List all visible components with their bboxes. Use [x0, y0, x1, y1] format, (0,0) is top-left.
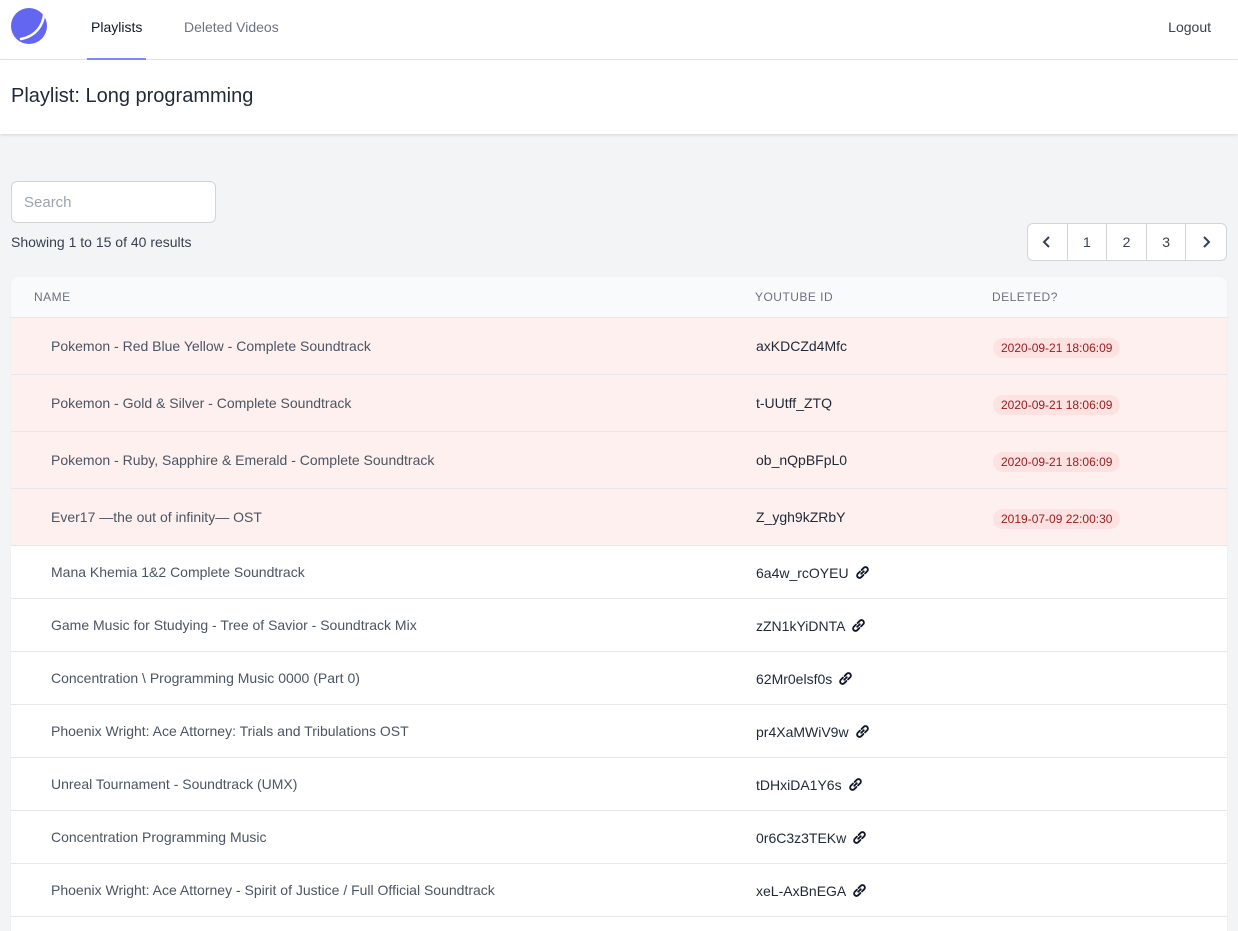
table-row: Ever17 —the out of infinity— OST Z_ygh9kZ… [11, 489, 1227, 546]
youtube-id-cell: zZN1kYiDNTA [756, 617, 867, 634]
youtube-id-cell: ob_nQpBFpL0 [756, 452, 847, 468]
youtube-id: 6a4w_rcOYEU [756, 564, 849, 581]
tab-deleted-videos[interactable]: Deleted Videos [184, 0, 279, 60]
youtube-id-cell: Z_ygh9kZRbY [756, 509, 845, 525]
page-button-3[interactable]: 3 [1147, 224, 1187, 260]
video-name: Concentration \ Programming Music 0000 (… [51, 670, 360, 686]
video-name: Concentration Programming Music [51, 829, 267, 845]
link-icon[interactable] [851, 829, 868, 846]
video-name: Pokemon - Ruby, Sapphire & Emerald - Com… [51, 452, 435, 468]
table-row: Unreal Tournament - Soundtrack (UMX) tDHx… [11, 758, 1227, 811]
table-row: Phoenix Wright: Ace Attorney - Spirit of… [11, 864, 1227, 917]
video-name: Ever17 —the out of infinity— OST [51, 509, 262, 525]
deleted-date-badge: 2020-09-21 18:06:09 [993, 338, 1121, 358]
video-name: Unreal Tournament - Soundtrack (UMX) [51, 776, 298, 792]
table-row: Pokemon - Red Blue Yellow - Complete Sou… [11, 318, 1227, 375]
youtube-id: xeL-AxBnEGA [756, 882, 847, 899]
results-summary: Showing 1 to 15 of 40 results [11, 234, 192, 250]
pagination: 1 2 3 [1027, 223, 1227, 261]
page-button-1[interactable]: 1 [1068, 224, 1108, 260]
table-row: Pokemon - Ruby, Sapphire & Emerald - Com… [11, 432, 1227, 489]
deleted-date-badge: 2019-07-09 22:00:30 [993, 509, 1121, 529]
youtube-id: axKDCZd4Mfc [756, 338, 848, 354]
previous-page-button[interactable] [1028, 224, 1068, 260]
youtube-id-cell: 6a4w_rcOYEU [756, 564, 871, 581]
tab-playlists[interactable]: Playlists [86, 0, 147, 60]
youtube-id: tDHxiDA1Y6s [756, 776, 842, 793]
youtube-id: t-UUtff_ZTQ [756, 395, 832, 411]
youtube-id-cell: tDHxiDA1Y6s [756, 776, 864, 793]
video-name: Pokemon - Gold & Silver - Complete Sound… [51, 395, 352, 411]
youtube-id: zZN1kYiDNTA [756, 617, 846, 634]
video-name: Pokemon - Red Blue Yellow - Complete Sou… [51, 338, 371, 354]
logout-button[interactable]: Logout [1168, 0, 1211, 54]
table-row: Mana Khemia 1&2 Complete Soundtrack 6a4w_… [11, 546, 1227, 599]
app-logo[interactable] [11, 8, 47, 44]
deleted-date-badge: 2020-09-21 18:06:09 [993, 452, 1121, 472]
videos-table: NAME YOUTUBE ID DELETED? Pokemon - Red B… [11, 277, 1227, 931]
chevron-right-icon [1203, 236, 1211, 248]
video-name: Mana Khemia 1&2 Complete Soundtrack [51, 564, 305, 580]
link-icon[interactable] [837, 670, 854, 687]
table-header: NAME YOUTUBE ID DELETED? [11, 277, 1227, 318]
page-title: Playlist: Long programming [11, 85, 254, 107]
video-name: Phoenix Wright: Ace Attorney: Trials and… [51, 723, 409, 739]
search-input[interactable] [11, 181, 216, 223]
youtube-id: pr4XaMWiV9w [756, 723, 849, 740]
table-row: Concentration Programming Music 0r6C3z3TE… [11, 811, 1227, 864]
table-row: Concentration \ Programming Music 0000 (… [11, 652, 1227, 705]
page-header: Playlist: Long programming [0, 60, 1238, 134]
youtube-id: ob_nQpBFpL0 [756, 452, 848, 468]
video-name: Phoenix Wright: Ace Attorney - Spirit of… [51, 882, 495, 898]
youtube-id: 0r6C3z3TEKw [756, 829, 847, 846]
youtube-id-cell: pr4XaMWiV9w [756, 723, 871, 740]
youtube-id-cell: t-UUtff_ZTQ [756, 395, 832, 411]
chevron-left-icon [1042, 236, 1051, 248]
link-icon[interactable] [847, 776, 864, 793]
youtube-id-cell: 62Mr0elsf0s [756, 670, 854, 687]
column-header-name: NAME [34, 290, 71, 304]
youtube-id-cell: axKDCZd4Mfc [756, 338, 847, 354]
top-navbar: Playlists Deleted Videos Logout [0, 0, 1238, 60]
table-row: Pokemon - Gold & Silver - Complete Sound… [11, 375, 1227, 432]
link-icon[interactable] [854, 723, 871, 740]
youtube-id: Z_ygh9kZRbY [756, 509, 846, 525]
link-icon[interactable] [851, 882, 868, 899]
youtube-id-cell: xeL-AxBnEGA [756, 882, 868, 899]
link-icon[interactable] [850, 617, 867, 634]
column-header-youtube-id: YOUTUBE ID [755, 290, 834, 304]
table-row: Phoenix Wright: Ace Attorney: Trials and… [11, 705, 1227, 758]
youtube-id-cell: 0r6C3z3TEKw [756, 829, 868, 846]
youtube-id: 62Mr0elsf0s [756, 670, 833, 687]
table-body: Pokemon - Red Blue Yellow - Complete Sou… [11, 318, 1227, 917]
page-button-2[interactable]: 2 [1107, 224, 1147, 260]
table-row: Game Music for Studying - Tree of Savior… [11, 599, 1227, 652]
deleted-date-badge: 2020-09-21 18:06:09 [993, 395, 1121, 415]
link-icon[interactable] [854, 564, 871, 581]
next-page-button[interactable] [1186, 224, 1226, 260]
video-name: Game Music for Studying - Tree of Savior… [51, 617, 417, 633]
column-header-deleted: DELETED? [992, 290, 1058, 304]
